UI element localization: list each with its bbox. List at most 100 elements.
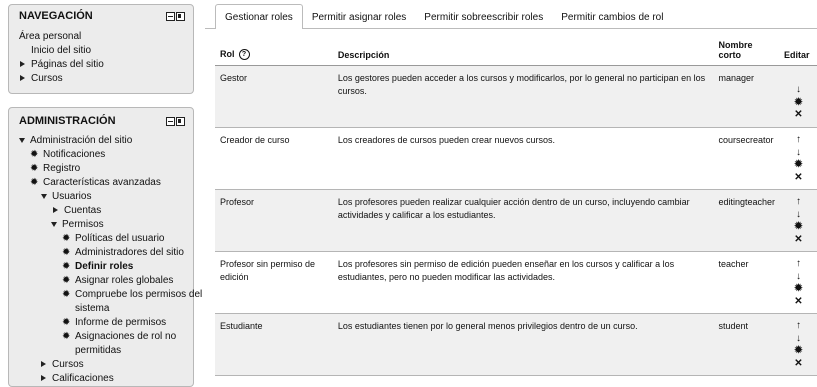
admin-item-grades[interactable]: Calificaciones [19, 372, 193, 386]
role-actions: ↑ ↓ ✹ ✕ [779, 313, 817, 376]
role-name[interactable]: Creador de curso [215, 127, 333, 190]
table-header-row: Rol? Descripción Nombre corto Editar [215, 40, 817, 66]
role-actions: ↑ ↓ ✹ ✕ [779, 127, 817, 190]
arrow-down-icon[interactable]: ↓ [784, 271, 813, 284]
role-name[interactable]: Profesor sin permiso de edición [215, 251, 333, 314]
navigation-title: NAVEGACIÓN [19, 10, 93, 22]
role-shortname: editingteacher [713, 189, 779, 252]
role-description: Los estudiantes tienen por lo general me… [332, 313, 714, 376]
role-description: Los profesores pueden realizar cualquier… [332, 189, 714, 252]
admin-item-courses[interactable]: Cursos [19, 358, 193, 372]
admin-item-accounts[interactable]: Cuentas [19, 204, 193, 218]
role-shortname: coursecreator [713, 127, 779, 190]
gear-icon: ✹ [62, 275, 71, 286]
role-shortname: teacher [713, 251, 779, 314]
admin-item-advanced[interactable]: ✹ Características avanzadas [19, 176, 193, 190]
navigation-block: NAVEGACIÓN Área personal Inicio del siti… [8, 4, 194, 94]
gear-icon: ✹ [62, 331, 71, 342]
role-actions: ↓ ✹ ✕ [779, 65, 817, 128]
arrow-down-icon[interactable]: ↓ [784, 333, 813, 346]
header-role: Rol? [215, 40, 333, 66]
navigation-block-header: NAVEGACIÓN [9, 5, 193, 27]
perm-item-assign-global[interactable]: ✹ Asignar roles globales [19, 274, 193, 288]
role-actions: ↑ ↓ ✹ ✕ [779, 251, 817, 314]
role-name[interactable]: Estudiante [215, 313, 333, 376]
table-row: Profesor Los profesores pueden realizar … [215, 189, 817, 252]
hide-block-icon[interactable] [166, 11, 175, 21]
administration-title: ADMINISTRACIÓN [19, 115, 116, 127]
gear-icon[interactable]: ✹ [784, 97, 813, 110]
role-name[interactable]: Profesor [215, 189, 333, 252]
delete-icon[interactable]: ✕ [784, 358, 813, 371]
perm-item-site-admins[interactable]: ✹ Administradores del sitio [19, 246, 193, 260]
administration-block: ADMINISTRACIÓN Administración del sitio … [8, 107, 202, 387]
role-name[interactable]: Gestor [215, 65, 333, 128]
gear-icon: ✹ [62, 261, 71, 272]
nav-item-area-personal[interactable]: Área personal [19, 30, 193, 44]
expand-icon [20, 61, 25, 68]
role-description: Los profesores sin permiso de edición pu… [332, 251, 714, 314]
arrow-down-icon[interactable]: ↓ [784, 84, 813, 97]
delete-icon[interactable]: ✕ [784, 296, 813, 309]
delete-icon[interactable]: ✕ [784, 234, 813, 247]
role-description: Los gestores pueden acceder a los cursos… [332, 65, 714, 128]
dock-block-icon[interactable] [176, 11, 185, 21]
roles-table: Rol? Descripción Nombre corto Editar Gest… [215, 40, 817, 376]
role-tabs: Gestionar roles Permitir asignar roles P… [205, 4, 817, 29]
perm-item-prohibited[interactable]: ✹ Asignaciones de rol no permitidas [19, 330, 193, 358]
table-row: Gestor Los gestores pueden acceder a los… [215, 65, 817, 128]
header-description: Descripción [332, 40, 714, 66]
table-row: Estudiante Los estudiantes tienen por lo… [215, 313, 817, 376]
arrow-up-icon[interactable]: ↑ [784, 134, 813, 147]
arrow-down-icon[interactable]: ↓ [784, 147, 813, 160]
collapse-icon [41, 193, 47, 199]
arrow-up-icon[interactable]: ↑ [784, 320, 813, 333]
gear-icon: ✹ [62, 317, 71, 328]
arrow-up-icon[interactable]: ↑ [784, 258, 813, 271]
nav-item-cursos[interactable]: Cursos [19, 72, 193, 86]
admin-item-site-admin[interactable]: Administración del sitio [19, 134, 193, 148]
collapse-icon [19, 137, 25, 143]
perm-item-report[interactable]: ✹ Informe de permisos [19, 316, 193, 330]
admin-item-users[interactable]: Usuarios [19, 190, 193, 204]
gear-icon: ✹ [30, 149, 39, 160]
help-icon[interactable]: ? [238, 49, 250, 60]
table-row: Profesor sin permiso de edición Los prof… [215, 251, 817, 314]
hide-block-icon[interactable] [166, 116, 175, 126]
tab-allow-switch[interactable]: Permitir cambios de rol [552, 4, 672, 28]
gear-icon[interactable]: ✹ [784, 221, 813, 234]
gear-icon[interactable]: ✹ [784, 159, 813, 172]
nav-item-paginas[interactable]: Páginas del sitio [19, 58, 193, 72]
collapse-icon [51, 221, 57, 227]
perm-item-check-permissions[interactable]: ✹ Compruebe los permisos del sistema [19, 288, 202, 316]
role-shortname: student [713, 313, 779, 376]
arrow-up-icon[interactable]: ↑ [784, 196, 813, 209]
gear-icon: ✹ [62, 289, 71, 300]
admin-item-permissions[interactable]: Permisos [19, 218, 193, 232]
role-description: Los creadores de cursos pueden crear nue… [332, 127, 714, 190]
expand-icon [41, 375, 46, 382]
gear-icon[interactable]: ✹ [784, 345, 813, 358]
role-shortname: manager [713, 65, 779, 128]
nav-item-inicio[interactable]: Inicio del sitio [19, 44, 193, 58]
gear-icon[interactable]: ✹ [784, 283, 813, 296]
delete-icon[interactable]: ✕ [784, 172, 813, 185]
expand-icon [20, 75, 25, 82]
arrow-down-icon[interactable]: ↓ [784, 209, 813, 222]
gear-icon: ✹ [30, 163, 39, 174]
perm-item-user-policies[interactable]: ✹ Políticas del usuario [19, 232, 193, 246]
block-controls [166, 116, 185, 126]
tab-manage-roles[interactable]: Gestionar roles [215, 4, 303, 29]
gear-icon: ✹ [30, 177, 39, 188]
admin-item-notifications[interactable]: ✹ Notificaciones [19, 148, 193, 162]
tab-allow-override[interactable]: Permitir sobreescribir roles [415, 4, 552, 28]
tab-allow-assign[interactable]: Permitir asignar roles [303, 4, 415, 28]
header-shortname: Nombre corto [713, 40, 779, 66]
expand-icon [53, 207, 58, 214]
perm-item-define-roles[interactable]: ✹ Definir roles [19, 260, 193, 274]
gear-icon: ✹ [62, 233, 71, 244]
delete-icon[interactable]: ✕ [784, 109, 813, 122]
admin-item-registration[interactable]: ✹ Registro [19, 162, 193, 176]
dock-block-icon[interactable] [176, 116, 185, 126]
administration-block-header: ADMINISTRACIÓN [9, 108, 193, 134]
